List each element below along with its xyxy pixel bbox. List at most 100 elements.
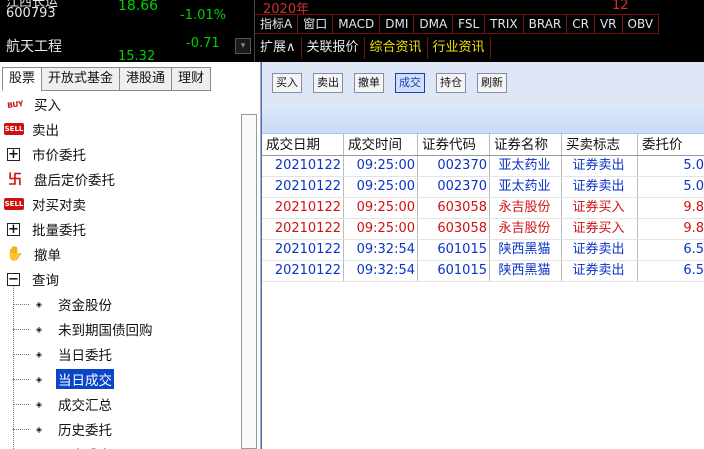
info-tab[interactable]: 综合资讯 (365, 37, 428, 59)
indicator-tab-dmi[interactable]: DMI (380, 15, 415, 33)
submenu-item-label: 成交汇总 (58, 398, 112, 414)
tab-category[interactable]: 股票 (2, 67, 42, 91)
toolbar-button[interactable]: 撤单 (354, 73, 384, 93)
collapse-icon: − (7, 271, 20, 287)
tab-category[interactable]: 理财 (171, 67, 212, 91)
table-cell: 亚太药业 (490, 156, 562, 176)
tab-category[interactable]: 港股通 (119, 67, 172, 91)
table-row[interactable]: 20210122 09:25:00 002370 亚太药业 证券卖出 5.0 (262, 156, 704, 177)
info-tab[interactable]: 行业资讯 (428, 37, 491, 59)
stock-code: 600793 (6, 6, 56, 21)
table-cell: 陕西黑猫 (490, 261, 562, 281)
indicator-tab-obv[interactable]: OBV (623, 15, 660, 33)
info-tab[interactable]: 扩展∧ (255, 37, 302, 59)
chart-month-label: 12 (612, 0, 629, 13)
expand-icon: + (7, 221, 20, 237)
table-cell: 6.5 (638, 240, 704, 260)
toolbar-button[interactable]: 持仓 (436, 73, 466, 93)
tree-scrollbar[interactable] (241, 114, 257, 449)
sell-icon: SELL (4, 123, 24, 135)
indicator-tab-窗口[interactable]: 窗口 (298, 15, 334, 33)
tree-connector (13, 286, 14, 449)
table-row[interactable]: 20210122 09:25:00 002370 亚太药业 证券卖出 5.0 (262, 177, 704, 198)
info-tabs: 扩展∧ 关联报价 综合资讯 行业资讯 (255, 37, 491, 59)
table-row[interactable]: 20210122 09:32:54 601015 陕西黑猫 证券卖出 6.5 (262, 240, 704, 261)
dropdown-arrow-icon[interactable]: ▾ (235, 38, 251, 54)
stock-change: -0.71 (186, 36, 220, 51)
cancel-hand-icon: ✋ (6, 246, 24, 262)
after-hours-icon: 卐 (8, 172, 22, 188)
stock-price: 18.66 (118, 0, 159, 14)
indicator-tab-brar[interactable]: BRAR (524, 15, 568, 33)
table-cell: 002370 (418, 156, 490, 176)
table-cell: 证券卖出 (562, 240, 638, 260)
menu-item[interactable]: SELL 卖出 (4, 117, 61, 141)
menu-item-label: 查询 (32, 273, 59, 289)
menu-item-label: 盘后定价委托 (34, 173, 115, 189)
indicator-tab-trix[interactable]: TRIX (485, 15, 524, 33)
table-cell: 603058 (418, 219, 490, 239)
category-tabs: 股票 开放式基金 港股通 理财 (2, 67, 212, 91)
toolbar-button[interactable]: 卖出 (313, 73, 343, 93)
table-row[interactable]: 20210122 09:32:54 601015 陕西黑猫 证券卖出 6.5 (262, 261, 704, 282)
diamond-icon: ◈ (28, 445, 50, 449)
quote-panel[interactable]: 江西长运 600793 18.66 -1.01% 航天工程 -0.71 15.3… (0, 0, 254, 62)
table-cell: 永吉股份 (490, 198, 562, 218)
submenu-item[interactable]: ◈ 历史委托 (28, 417, 114, 441)
tree-connector (13, 404, 29, 405)
trade-content-panel: 买入 卖出 撤单 成交 持仓 刷新 成交日期 成交时间 证券代码 证券名称 买卖标志 委托价 202… (261, 62, 704, 449)
submenu-item-label: 历史委托 (58, 423, 112, 439)
table-cell: 601015 (418, 261, 490, 281)
submenu-item[interactable]: ◈ 未到期国债回购 (28, 317, 155, 341)
submenu-item[interactable]: ◈ 历史成交 (28, 442, 114, 449)
table-row[interactable]: 20210122 09:25:00 603058 永吉股份 证券买入 9.8 (262, 198, 704, 219)
table-cell: 09:25:00 (344, 156, 418, 176)
column-header: 证券代码 (418, 134, 490, 155)
indicator-tab-vr[interactable]: VR (595, 15, 623, 33)
indicator-tab-指标a[interactable]: 指标A (255, 15, 299, 33)
menu-item[interactable]: 卐盘后定价委托 (4, 167, 117, 191)
table-cell: 09:25:00 (344, 198, 418, 218)
column-header: 成交日期 (262, 134, 344, 155)
menu-item-label: 对买对卖 (32, 198, 86, 214)
indicator-tab-macd[interactable]: MACD (333, 15, 381, 33)
table-cell: 603058 (418, 198, 490, 218)
diamond-icon: ◈ (35, 299, 43, 309)
submenu-item[interactable]: ◈ 资金股份 (28, 292, 114, 316)
submenu-item[interactable]: ◈ 当日委托 (28, 342, 114, 366)
table-cell: 09:32:54 (344, 240, 418, 260)
indicator-tab-dma[interactable]: DMA (414, 15, 454, 33)
diamond-icon: ◈ (35, 399, 43, 409)
submenu-item-label: 未到期国债回购 (58, 323, 153, 339)
menu-item[interactable]: SELL 对买对卖 (4, 192, 88, 216)
menu-item[interactable]: BUY 买入 (4, 92, 63, 116)
menu-item-label: 市价委托 (32, 148, 86, 164)
submenu-item[interactable]: ◈ 当日成交 (28, 367, 114, 391)
menu-item[interactable]: + 批量委托 (4, 217, 88, 241)
tab-category[interactable]: 开放式基金 (41, 67, 120, 91)
diamond-icon: ◈ (35, 324, 43, 334)
table-cell: 5.0 (638, 156, 704, 176)
expand-icon: + (7, 146, 20, 162)
trade-menu-panel: 股票 开放式基金 港股通 理财 BUY 买入 SELL 卖出 + 市价委托卐盘后定价委托 SELL… (0, 62, 261, 449)
column-header: 证券名称 (490, 134, 562, 155)
table-cell: 证券买入 (562, 198, 638, 218)
table-cell: 09:25:00 (344, 177, 418, 197)
table-cell: 20210122 (262, 261, 344, 281)
indicator-tab-fsl[interactable]: FSL (453, 15, 486, 33)
toolbar-button[interactable]: 买入 (272, 73, 302, 93)
table-cell: 09:25:00 (344, 219, 418, 239)
menu-item[interactable]: ✋ 撤单 (4, 242, 63, 266)
submenu-item[interactable]: ◈ 成交汇总 (28, 392, 114, 416)
column-header: 委托价 (638, 134, 704, 155)
table-cell: 002370 (418, 177, 490, 197)
table-cell: 20210122 (262, 240, 344, 260)
toolbar-button[interactable]: 成交 (395, 73, 425, 93)
menu-item-label: 买入 (34, 98, 61, 114)
table-cell: 601015 (418, 240, 490, 260)
table-row[interactable]: 20210122 09:25:00 603058 永吉股份 证券买入 9.8 (262, 219, 704, 240)
info-tab[interactable]: 关联报价 (302, 37, 365, 59)
indicator-tab-cr[interactable]: CR (567, 15, 595, 33)
toolbar-button[interactable]: 刷新 (477, 73, 507, 93)
menu-item[interactable]: + 市价委托 (4, 142, 88, 166)
